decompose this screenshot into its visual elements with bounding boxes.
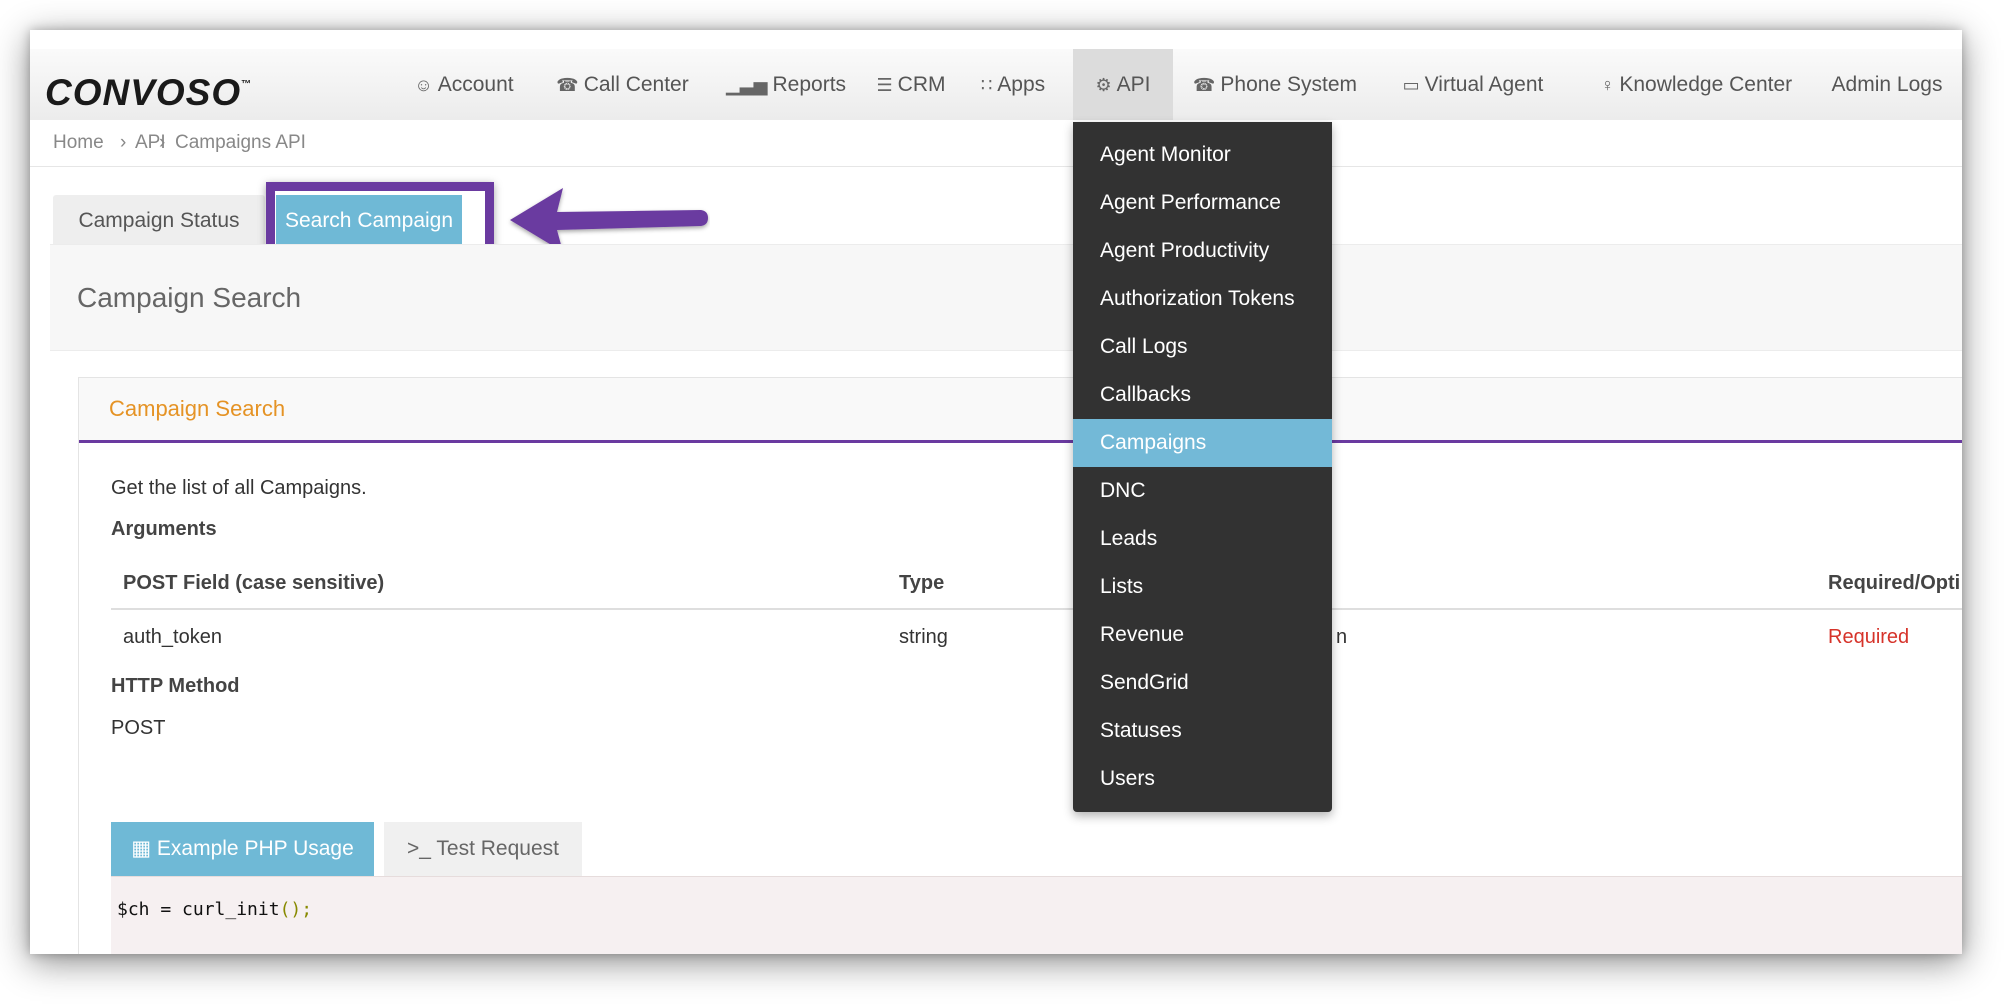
arguments-heading: Arguments	[111, 518, 217, 540]
cell-field-auth-token: auth_token	[123, 626, 222, 648]
tab-test-request[interactable]: >_ Test Request	[384, 822, 582, 876]
column-header-type: Type	[899, 572, 945, 594]
chevron-right-icon: ›	[159, 132, 166, 153]
menu-item-authorization-tokens[interactable]: Authorization Tokens	[1073, 275, 1332, 323]
cell-required-badge: Required	[1828, 626, 1910, 648]
nav-virtual-agent[interactable]: ▭ Virtual Agent	[1373, 49, 1573, 120]
user-icon: ☺	[414, 75, 433, 95]
cell-description-fragment: n	[1336, 626, 1348, 648]
breadcrumb: Home › API › Campaigns API	[30, 120, 1962, 167]
phone-icon: ☎	[1193, 75, 1216, 95]
menu-item-campaigns[interactable]: Campaigns	[1073, 419, 1332, 467]
code-variable: $ch =	[117, 899, 183, 920]
nav-call-center[interactable]: ☎ Call Center	[543, 49, 702, 120]
chevron-right-icon: ›	[120, 132, 127, 153]
tab-test-request-label: Test Request	[436, 837, 559, 860]
terminal-icon: >_	[407, 837, 431, 860]
menu-item-lists[interactable]: Lists	[1073, 563, 1332, 611]
nav-apps[interactable]: ∷ Apps	[966, 49, 1060, 120]
menu-item-users[interactable]: Users	[1073, 755, 1332, 803]
nav-admin-logs-label: Admin Logs	[1831, 73, 1943, 96]
top-navbar: CONVOSO™ ☺ Account ☎ Call Center ▁▃▅ Report…	[30, 49, 1962, 121]
phone-icon: ☎	[556, 75, 579, 95]
menu-item-dnc[interactable]: DNC	[1073, 467, 1332, 515]
logo-text: CONVOSO	[45, 72, 242, 113]
card-header: Campaign Search	[79, 378, 1962, 443]
description-text: Get the list of all Campaigns.	[111, 477, 367, 499]
nav-crm-label: CRM	[897, 73, 946, 96]
column-header-required: Required/Opti	[1828, 572, 1961, 594]
nav-call-center-label: Call Center	[583, 73, 689, 96]
gear-icon: ⚙	[1095, 75, 1112, 95]
nav-account[interactable]: ☺ Account	[408, 49, 520, 120]
column-header-post-field: POST Field (case sensitive)	[123, 572, 385, 594]
nav-account-label: Account	[437, 73, 514, 96]
breadcrumb-campaigns-api: Campaigns API	[175, 132, 306, 153]
nav-phone-system[interactable]: ☎ Phone System	[1187, 49, 1363, 120]
menu-item-callbacks[interactable]: Callbacks	[1073, 371, 1332, 419]
nav-virtual-agent-label: Virtual Agent	[1424, 73, 1544, 96]
menu-item-sendgrid[interactable]: SendGrid	[1073, 659, 1332, 707]
nav-api[interactable]: ⚙ API	[1073, 49, 1173, 120]
code-file-icon: ▦	[131, 837, 152, 860]
code-block: $ch = curl_init();	[111, 876, 1962, 954]
code-punctuation: ();	[279, 899, 313, 920]
tab-example-php-usage[interactable]: ▦ Example PHP Usage	[111, 822, 374, 876]
menu-item-leads[interactable]: Leads	[1073, 515, 1332, 563]
cell-type-string: string	[899, 626, 948, 648]
window-top-strip	[30, 30, 1962, 49]
page-title: Campaign Search	[77, 282, 302, 313]
nav-admin-logs[interactable]: Admin Logs	[1820, 49, 1954, 120]
breadcrumb-home[interactable]: Home	[53, 120, 104, 166]
nav-crm[interactable]: ☰ CRM	[866, 49, 956, 120]
menu-item-agent-performance[interactable]: Agent Performance	[1073, 179, 1332, 227]
lightbulb-icon: ♀	[1600, 75, 1615, 95]
http-method-value: POST	[111, 717, 166, 739]
page-header: Campaign Search	[50, 244, 1962, 351]
convoso-logo[interactable]: CONVOSO™	[45, 49, 252, 120]
grid-icon: ∷	[980, 75, 993, 95]
menu-item-statuses[interactable]: Statuses	[1073, 707, 1332, 755]
nav-knowledge-center[interactable]: ♀ Knowledge Center	[1583, 49, 1810, 120]
menu-item-revenue[interactable]: Revenue	[1073, 611, 1332, 659]
nav-reports[interactable]: ▁▃▅ Reports	[716, 49, 856, 120]
nav-knowledge-center-label: Knowledge Center	[1619, 73, 1793, 96]
menu-item-agent-productivity[interactable]: Agent Productivity	[1073, 227, 1332, 275]
tab-example-php-label: Example PHP Usage	[156, 837, 354, 860]
nav-reports-label: Reports	[772, 73, 847, 96]
menu-item-agent-monitor[interactable]: Agent Monitor	[1073, 131, 1332, 179]
menu-item-call-logs[interactable]: Call Logs	[1073, 323, 1332, 371]
list-icon: ☰	[876, 75, 893, 95]
bar-chart-icon: ▁▃▅	[725, 75, 768, 95]
monitor-icon: ▭	[1402, 75, 1420, 95]
nav-api-label: API	[1116, 73, 1151, 96]
logo-trademark: ™	[241, 79, 253, 90]
table-divider	[111, 608, 1962, 610]
code-line: $ch = curl_init();	[117, 899, 312, 920]
nav-apps-label: Apps	[997, 73, 1046, 96]
api-dropdown-menu: Agent Monitor Agent Performance Agent Pr…	[1073, 122, 1332, 812]
code-function: curl_init	[182, 899, 280, 920]
nav-phone-system-label: Phone System	[1220, 73, 1357, 96]
card-title: Campaign Search	[109, 396, 286, 421]
http-method-heading: HTTP Method	[111, 675, 240, 697]
app-window: CONVOSO™ ☺ Account ☎ Call Center ▁▃▅ Report…	[30, 30, 1962, 954]
tab-campaign-status[interactable]: Campaign Status	[53, 195, 265, 247]
